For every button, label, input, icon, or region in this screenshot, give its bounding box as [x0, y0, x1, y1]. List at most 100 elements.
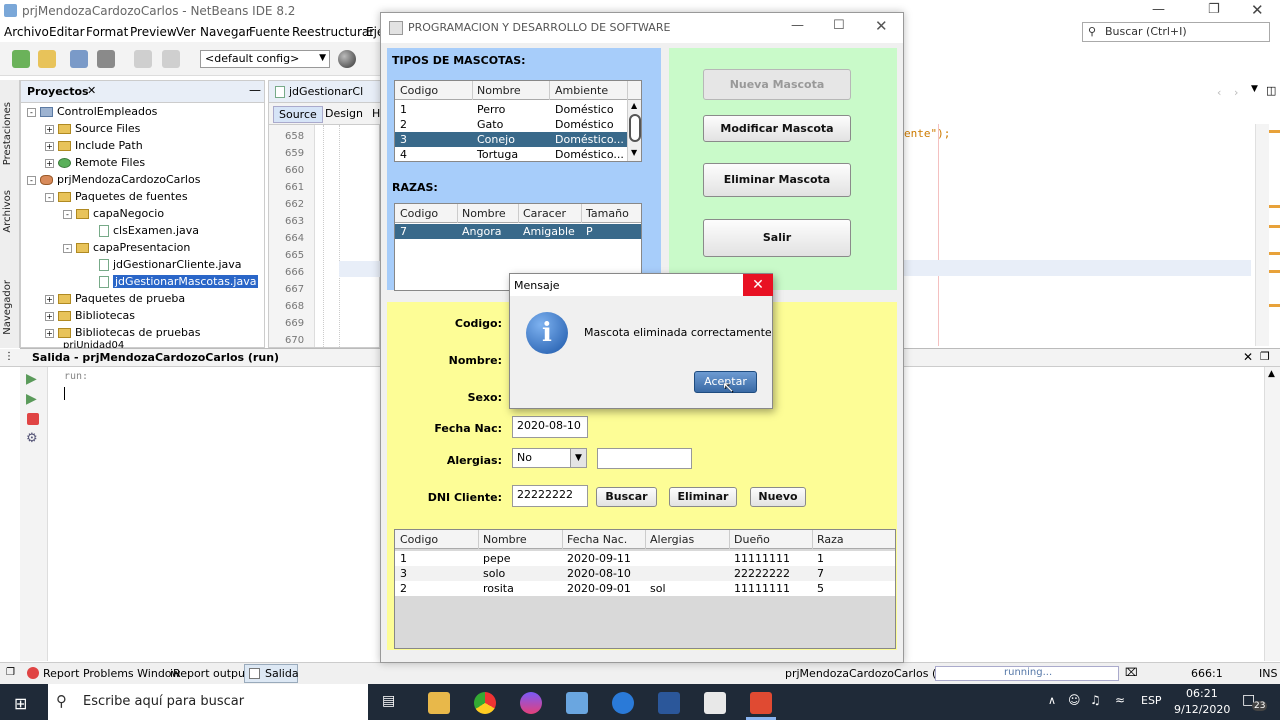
projects-tab[interactable]: Proyectos [27, 85, 89, 98]
expand-icon[interactable]: + [45, 158, 54, 168]
dialog-close-icon[interactable]: ✕ [743, 274, 773, 296]
table-row[interactable]: 2 Gato Doméstico [395, 117, 627, 132]
config-select[interactable]: <default config> ▼ [200, 50, 330, 68]
chevron-down-icon[interactable]: ▼ [1251, 84, 1258, 94]
tree-item-selected[interactable]: jdGestionarMascotas.java [99, 275, 259, 288]
fecha-nac-field[interactable]: 2020-08-10 [512, 416, 588, 438]
table-row[interactable]: 3 solo 2020-08-10 22222222 7 [395, 566, 895, 581]
alergias-detail-field[interactable] [597, 448, 692, 469]
menu-preview[interactable]: Preview [130, 25, 177, 39]
expand-icon[interactable]: + [45, 124, 54, 134]
table-scrollbar[interactable]: ▲ ▼ [627, 100, 641, 161]
menu-format[interactable]: Format [86, 25, 128, 39]
menu-navegar[interactable]: Navegar [200, 25, 251, 39]
buscar-button[interactable]: Buscar [596, 487, 657, 507]
column-header[interactable]: Fecha Nac. [567, 533, 627, 546]
menu-fuente[interactable]: Fuente [249, 25, 290, 39]
task-view-icon[interactable]: ▤ [382, 693, 395, 709]
taskbar-search[interactable]: ⚲ Escribe aquí para buscar [48, 684, 368, 720]
column-header[interactable]: Codigo [400, 207, 438, 220]
collapse-icon[interactable]: - [63, 209, 72, 219]
tree-item[interactable]: prjUnidad04 [63, 340, 124, 348]
tree-item[interactable]: - Paquetes de fuentes [45, 190, 188, 203]
clock-date[interactable]: 9/12/2020 [1174, 703, 1230, 716]
code-area-right[interactable]: ‹ › ▼ ◫ ente"); [903, 80, 1280, 348]
minimize-pane-icon[interactable]: — [249, 83, 261, 97]
eliminar-mascota-button[interactable]: Eliminar Mascota [703, 163, 851, 197]
tree-item[interactable]: + Bibliotecas de pruebas [45, 326, 200, 339]
tab-report-problems[interactable]: Report Problems Window [43, 667, 181, 680]
restore-output-icon[interactable]: ❐ [1260, 350, 1270, 363]
menu-archivo[interactable]: Archivo [4, 25, 49, 39]
restore-icon[interactable]: ❐ [1208, 2, 1220, 17]
language-indicator[interactable]: ESP [1141, 694, 1162, 707]
tree-item[interactable]: - prjMendozaCardozoCarlos [27, 173, 200, 186]
close-output-icon[interactable]: ✕ [1243, 350, 1253, 364]
column-header[interactable]: Alergias [650, 533, 694, 546]
tree-item[interactable]: - ControlEmpleados [27, 105, 157, 118]
file-explorer-icon[interactable] [428, 692, 450, 714]
column-header[interactable]: Tamaño [586, 207, 629, 220]
clock-time[interactable]: 06:21 [1186, 687, 1218, 700]
stop-icon[interactable] [27, 413, 39, 425]
tree-item[interactable]: clsExamen.java [99, 224, 199, 237]
edge-icon[interactable] [612, 692, 634, 714]
cancel-task-icon[interactable]: ⌧ [1125, 666, 1138, 679]
column-header[interactable]: Ambiente [555, 84, 608, 97]
column-header[interactable]: Nombre [477, 84, 521, 97]
modificar-mascota-button[interactable]: Modificar Mascota [703, 115, 851, 142]
tab-design[interactable]: Design [325, 107, 363, 120]
tab-navegador[interactable]: Navegador [2, 280, 13, 335]
code-area[interactable] [315, 125, 383, 347]
collapse-icon[interactable]: - [63, 243, 72, 253]
collapse-icon[interactable]: - [27, 175, 36, 185]
minimize-icon[interactable]: — [1152, 2, 1165, 17]
tab-prestaciones[interactable]: Prestaciones [2, 102, 13, 165]
windows-start-icon[interactable]: ⊞ [14, 694, 27, 713]
tree-item[interactable]: + Include Path [45, 139, 143, 152]
expand-icon[interactable]: + [45, 294, 54, 304]
column-header[interactable]: Dueño [734, 533, 770, 546]
column-header[interactable]: Nombre [462, 207, 506, 220]
tree-item[interactable]: + Source Files [45, 122, 140, 135]
tree-item[interactable]: + Bibliotecas [45, 309, 135, 322]
close-tab-icon[interactable]: ✕ [87, 84, 96, 97]
table-row[interactable]: 1 Perro Doméstico [395, 102, 627, 117]
scroll-thumb[interactable] [629, 114, 641, 142]
collapse-icon[interactable]: - [27, 107, 36, 117]
nuevo-button[interactable]: Nuevo [750, 487, 806, 507]
search-input[interactable]: ⚲ Buscar (Ctrl+I) [1082, 22, 1270, 42]
word-icon[interactable] [658, 692, 680, 714]
tab-scroll-left-icon[interactable]: ‹ [1217, 86, 1221, 99]
rerun-icon[interactable]: ▶ [26, 371, 37, 387]
scrollbar[interactable] [1255, 124, 1269, 346]
tree-item[interactable]: + Paquetes de prueba [45, 292, 185, 305]
table-row[interactable]: 2 rosita 2020-09-01 sol 11111111 5 [395, 581, 895, 596]
tab-scroll-right-icon[interactable]: › [1234, 86, 1238, 99]
open-project-icon[interactable] [70, 50, 88, 68]
netbeans-taskbar-icon[interactable] [750, 692, 772, 714]
column-header[interactable]: Caracer [523, 207, 566, 220]
save-all-icon[interactable] [97, 50, 115, 68]
column-header[interactable]: Nombre [483, 533, 527, 546]
rerun-options-icon[interactable]: ▶ [26, 391, 37, 407]
maximize-icon[interactable]: ☐ [833, 18, 845, 33]
globe-icon[interactable] [338, 50, 356, 68]
tray-chevron-icon[interactable]: ∧ [1048, 694, 1056, 707]
redo-icon[interactable] [162, 50, 180, 68]
column-header[interactable]: Codigo [400, 533, 438, 546]
collapse-icon[interactable]: - [45, 192, 54, 202]
maximize-editor-icon[interactable]: ◫ [1266, 84, 1276, 97]
close-icon[interactable]: ✕ [1251, 1, 1264, 19]
column-header[interactable]: Raza [817, 533, 844, 546]
tree-item[interactable]: - capaNegocio [63, 207, 164, 220]
close-icon[interactable]: ✕ [875, 17, 888, 35]
eliminar-button[interactable]: Eliminar [669, 487, 737, 507]
tree-item[interactable]: - capaPresentacion [63, 241, 190, 254]
tab-salida[interactable]: Salida [244, 664, 299, 683]
dni-cliente-field[interactable]: 22222222 [512, 485, 588, 507]
undo-icon[interactable] [134, 50, 152, 68]
alergias-select[interactable]: No ▼ [512, 448, 587, 468]
volume-icon[interactable]: ♫ [1090, 693, 1101, 707]
tab-archivos[interactable]: Archivos [2, 190, 13, 233]
